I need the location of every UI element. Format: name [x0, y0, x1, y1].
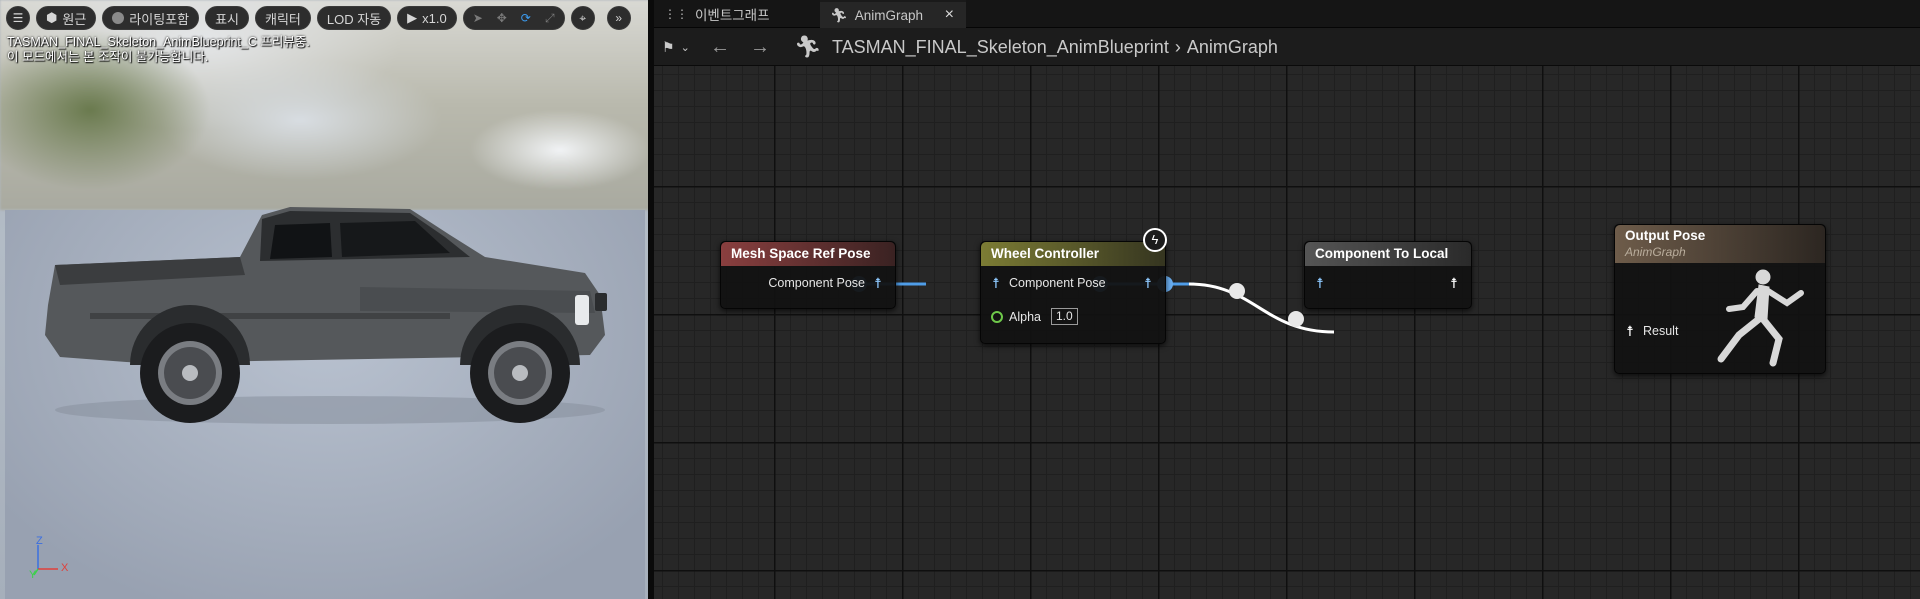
- lod-button[interactable]: LOD 자동: [316, 6, 392, 30]
- node-header: Output Pose AnimGraph: [1615, 225, 1825, 263]
- preview-info-line-2: 이 모드에서는 본 조작이 불가능합니다.: [7, 50, 209, 64]
- node-wheel-controller[interactable]: Wheel Controller ☨ Component Pose ☨ Alph…: [980, 228, 1167, 344]
- anim-graph-canvas[interactable]: Mesh Space Ref Pose Component Pose ☨ Whe…: [654, 66, 1920, 599]
- fast-path-lightning-icon: ϟ: [1143, 228, 1167, 252]
- output-pin-pose[interactable]: ☨: [1141, 276, 1155, 290]
- graph-editor-panel: ⋮⋮ 이벤트그래프 🏃︎ AnimGraph × ⚑ ⌄ ← → 🏃︎ TASM…: [654, 0, 1920, 599]
- breadcrumb-separator: ›: [1174, 36, 1181, 57]
- graph-breadcrumb-bar: ⚑ ⌄ ← → 🏃︎ TASMAN_FINAL_Skeleton_AnimBlu…: [654, 28, 1920, 66]
- perspective-button[interactable]: ⬢ 원근: [36, 6, 97, 30]
- bookmark-icon: ⚑: [662, 38, 675, 55]
- lighting-label: 라이팅포함: [129, 11, 190, 27]
- perspective-label: 원근: [62, 11, 87, 27]
- reroute-knot: [1229, 283, 1245, 299]
- chevron-double-right-icon: »: [615, 11, 623, 25]
- bookmark-menu-button[interactable]: ⚑ ⌄: [662, 28, 690, 66]
- animgraph-breadcrumb-icon: 🏃︎: [794, 28, 822, 66]
- transform-tools: ➤ ✥ ⟳ ⤢: [462, 6, 565, 30]
- scale-icon[interactable]: ⤢: [542, 10, 558, 26]
- preview-viewport[interactable]: ☰ ⬢ 원근 라이팅포함 표시 캐릭터 LOD 자동 ▶ x1.0 ➤ ✥ ⟳ …: [0, 0, 650, 599]
- breadcrumb-animgraph[interactable]: AnimGraph: [1187, 37, 1278, 58]
- play-speed-label: x1.0: [422, 10, 447, 26]
- pin-label: Alpha: [1009, 309, 1041, 324]
- pin-label: Component Pose: [1009, 276, 1106, 290]
- show-label: 표시: [215, 11, 240, 27]
- back-button[interactable]: ←: [710, 28, 730, 66]
- pose-pin-icon: ☨: [992, 275, 1000, 291]
- input-pin-alpha[interactable]: Alpha 1.0: [991, 308, 1078, 325]
- node-title: Component To Local: [1305, 242, 1471, 266]
- mannequin-running-icon: [1717, 269, 1804, 367]
- tab-animgraph[interactable]: 🏃︎ AnimGraph ×: [820, 0, 966, 28]
- reroute-knot: [1288, 311, 1304, 327]
- running-figure-icon: 🏃︎: [794, 34, 822, 59]
- output-pin-local-pose[interactable]: ☨: [1447, 276, 1461, 290]
- translate-icon[interactable]: ✥: [494, 10, 510, 26]
- lod-label: LOD 자동: [326, 11, 382, 27]
- output-pin-component-pose[interactable]: Component Pose ☨: [768, 276, 885, 290]
- graph-tab-bar: ⋮⋮ 이벤트그래프 🏃︎ AnimGraph ×: [654, 0, 1920, 28]
- background-environment: [0, 0, 650, 210]
- preview-info-text: TASMAN_FINAL_Skeleton_AnimBlueprint_C 프리…: [7, 35, 310, 65]
- character-button[interactable]: 캐릭터: [255, 6, 311, 30]
- breadcrumb: TASMAN_FINAL_Skeleton_AnimBlueprint › An…: [832, 28, 1278, 66]
- sphere-icon: [112, 12, 125, 24]
- node-title: Mesh Space Ref Pose: [721, 242, 895, 266]
- running-figure-icon: 🏃︎: [830, 6, 848, 23]
- node-title: Wheel Controller: [981, 242, 1165, 266]
- camera-speed-button[interactable]: ⌖: [570, 6, 595, 30]
- close-tab-icon[interactable]: ×: [945, 6, 954, 24]
- tab-animgraph-label: AnimGraph: [854, 7, 924, 23]
- pin-label: Result: [1643, 324, 1679, 338]
- viewport-menu-button[interactable]: ☰: [6, 6, 30, 30]
- node-mesh-space-ref-pose[interactable]: Mesh Space Ref Pose Component Pose ☨: [720, 241, 896, 309]
- input-pin-component-pose[interactable]: ☨: [1313, 276, 1327, 290]
- forward-button[interactable]: →: [750, 28, 770, 66]
- alpha-value-input[interactable]: 1.0: [1050, 308, 1078, 325]
- node-title: Output Pose: [1625, 228, 1706, 243]
- tab-event-graph[interactable]: ⋮⋮ 이벤트그래프: [660, 0, 788, 28]
- pose-pin-icon: ☨: [1626, 323, 1634, 339]
- chevron-down-icon: ⌄: [680, 41, 690, 54]
- viewport-toolbar: ☰ ⬢ 원근 라이팅포함 표시 캐릭터 LOD 자동 ▶ x1.0 ➤ ✥ ⟳ …: [6, 5, 631, 31]
- breadcrumb-blueprint[interactable]: TASMAN_FINAL_Skeleton_AnimBlueprint: [832, 37, 1169, 58]
- axis-z-label: Z: [36, 535, 43, 547]
- show-button[interactable]: 표시: [205, 6, 250, 30]
- play-speed-button[interactable]: ▶ x1.0: [397, 6, 457, 30]
- cube-icon: ⬢: [46, 10, 58, 25]
- pose-pin-icon: ☨: [874, 275, 882, 291]
- axis-y-label: Y: [29, 569, 37, 581]
- axis-gizmo: Z X Y: [28, 535, 78, 585]
- axis-x-label: X: [61, 562, 69, 574]
- input-pin-component-pose[interactable]: ☨ Component Pose: [989, 275, 1106, 291]
- pose-pin-icon: ☨: [1450, 275, 1458, 291]
- tab-event-graph-label: 이벤트그래프: [695, 8, 770, 23]
- float-pin-icon: [991, 310, 1003, 323]
- more-options-button[interactable]: »: [606, 6, 631, 30]
- node-subtitle: AnimGraph: [1625, 245, 1686, 259]
- node-output-pose[interactable]: Output Pose AnimGraph ☨ Result: [1614, 224, 1826, 374]
- arrow-right-icon: →: [750, 35, 770, 58]
- node-component-to-local[interactable]: Component To Local ☨ ☨: [1304, 241, 1472, 309]
- pin-label: Component Pose: [768, 276, 865, 290]
- hamburger-icon: ☰: [12, 11, 24, 25]
- pose-pin-icon: ☨: [1316, 275, 1324, 291]
- play-icon: ▶: [407, 10, 418, 25]
- pickup-truck-preview-mesh: [45, 207, 607, 424]
- select-icon[interactable]: ➤: [470, 10, 486, 26]
- pose-pin-icon: ☨: [1144, 275, 1152, 291]
- graph-icon: ⋮⋮: [664, 7, 688, 21]
- character-label: 캐릭터: [265, 11, 301, 27]
- lighting-mode-button[interactable]: 라이팅포함: [102, 6, 200, 30]
- input-pin-result[interactable]: ☨ Result: [1623, 324, 1678, 338]
- rotate-icon[interactable]: ⟳: [518, 10, 534, 26]
- camera-icon: ⌖: [579, 10, 587, 25]
- arrow-left-icon: ←: [710, 35, 730, 58]
- preview-info-line-1: TASMAN_FINAL_Skeleton_AnimBlueprint_C 프리…: [7, 35, 310, 49]
